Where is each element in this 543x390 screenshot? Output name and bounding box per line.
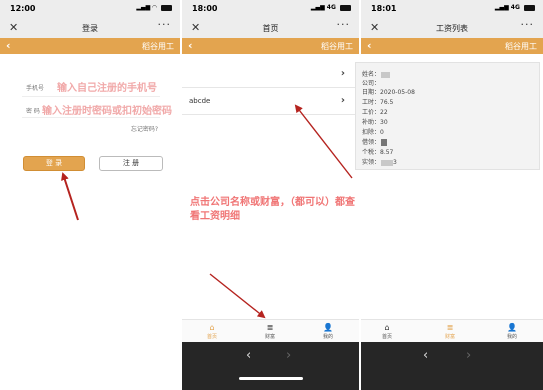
back-icon[interactable]: ‹ bbox=[188, 39, 193, 52]
tab-label: 财富 bbox=[264, 334, 275, 340]
tab-label: 首页 bbox=[381, 334, 392, 340]
home-icon: ⌂ bbox=[384, 323, 390, 332]
password-input[interactable]: 输入注册时密码或扣初始密码 bbox=[42, 102, 172, 117]
signal-battery-icon: ▂▄▆ 4G bbox=[311, 4, 351, 11]
network-label: 4G bbox=[510, 4, 520, 11]
app-header: ‹ 稻谷用工 bbox=[0, 38, 180, 54]
tab-mine[interactable]: 👤 我的 bbox=[308, 323, 348, 340]
forward-arrow-icon[interactable]: › bbox=[286, 348, 291, 363]
user-icon: 👤 bbox=[323, 323, 333, 332]
user-icon: 👤 bbox=[507, 323, 517, 332]
divider bbox=[22, 117, 160, 118]
status-time: 18:01 bbox=[371, 4, 397, 13]
tab-home[interactable]: ⌂ 首页 bbox=[367, 323, 407, 340]
password-label: 密 码 bbox=[26, 108, 40, 115]
register-button[interactable]: 注 册 bbox=[99, 156, 163, 171]
back-icon[interactable]: ‹ bbox=[6, 39, 11, 52]
page-title: 工资列表 bbox=[436, 24, 468, 33]
app-header: ‹ 稻谷用工 bbox=[182, 38, 359, 54]
deduct-row: 扣除：0 bbox=[362, 129, 384, 136]
tab-mine[interactable]: 👤 我的 bbox=[492, 323, 532, 340]
list-icon: ≣ bbox=[446, 323, 454, 332]
borrow-row: 借领： bbox=[362, 137, 388, 146]
wechat-nav-bar: ✕ 工资列表 ··· bbox=[361, 18, 543, 38]
login-button[interactable]: 登 录 bbox=[23, 156, 85, 171]
signal-battery-icon: ▂▄▆ 4G bbox=[495, 4, 535, 11]
list-icon: ≣ bbox=[266, 323, 274, 332]
chevron-right-icon: › bbox=[340, 95, 345, 106]
back-arrow-icon[interactable]: ‹ bbox=[246, 348, 251, 363]
tab-label: 我的 bbox=[322, 334, 333, 340]
redacted-value bbox=[381, 159, 394, 166]
wechat-nav-bar: ✕ 首页 ··· bbox=[182, 18, 359, 38]
app-header: ‹ 稻谷用工 bbox=[361, 38, 543, 54]
tab-label: 首页 bbox=[206, 334, 217, 340]
name-row: 姓名： bbox=[362, 69, 391, 78]
status-time: 18:00 bbox=[192, 4, 218, 13]
tab-wealth[interactable]: ≣ 财富 bbox=[250, 323, 290, 340]
wechat-nav-bar: ✕ 登录 ··· bbox=[0, 18, 180, 38]
app-brand: 稻谷用工 bbox=[142, 42, 174, 51]
salary-list-screen: 18:01 ▂▄▆ 4G ✕ 工资列表 ··· ‹ 稻谷用工 ⌂ 首页 ≣ 财富… bbox=[361, 0, 543, 390]
signal-wifi-battery-icon: ▂▄▆ ◠ bbox=[136, 4, 172, 11]
company-name: abcde bbox=[189, 97, 211, 105]
phone-input[interactable]: 输入自己注册的手机号 bbox=[57, 79, 157, 94]
app-brand: 稻谷用工 bbox=[321, 42, 353, 51]
home-indicator bbox=[361, 374, 543, 390]
tutorial-composite: 12:00 ▂▄▆ ◠ ✕ 登录 ··· ‹ 稻谷用工 手机号 输入自己注册的手… bbox=[0, 0, 543, 390]
page-title: 登录 bbox=[82, 24, 98, 33]
actual-row: 实领： 3 bbox=[362, 159, 397, 166]
company-row: 公司： bbox=[362, 80, 381, 87]
back-arrow-icon[interactable]: ‹ bbox=[423, 348, 428, 363]
phone-label: 手机号 bbox=[26, 85, 45, 92]
bottom-tab-bar: ⌂ 首页 ≣ 财富 👤 我的 bbox=[361, 319, 543, 342]
tab-wealth[interactable]: ≣ 财富 bbox=[430, 323, 470, 340]
app-brand: 稻谷用工 bbox=[505, 42, 537, 51]
company-row[interactable]: abcde › bbox=[182, 88, 359, 115]
tab-label: 我的 bbox=[506, 334, 517, 340]
status-bar: 18:01 ▂▄▆ 4G bbox=[361, 0, 543, 18]
bottom-tab-bar: ⌂ 首页 ≣ 财富 👤 我的 bbox=[182, 319, 359, 342]
redacted-name bbox=[381, 71, 391, 78]
page-title: 首页 bbox=[262, 24, 279, 33]
hours-row: 工时：76.5 bbox=[362, 99, 394, 106]
status-bar: 12:00 ▂▄▆ ◠ bbox=[0, 0, 180, 18]
salary-card[interactable]: 姓名： 公司： 日期：2020-05-08 工时：76.5 工价：22 补助：3… bbox=[355, 62, 540, 170]
home-indicator bbox=[182, 374, 359, 390]
back-icon[interactable]: ‹ bbox=[367, 39, 372, 52]
chevron-right-icon: › bbox=[340, 68, 345, 79]
forgot-password-link[interactable]: 忘记密码? bbox=[131, 124, 158, 133]
redacted-value bbox=[381, 139, 388, 146]
divider bbox=[22, 96, 160, 97]
status-bar: 18:00 ▂▄▆ 4G bbox=[182, 0, 359, 18]
annotation-text: 点击公司名称或财富，（都可以）都查看工资明细 bbox=[190, 197, 355, 222]
browser-toolbar: ‹ › bbox=[182, 342, 359, 374]
browser-toolbar: ‹ › bbox=[361, 342, 543, 374]
forward-arrow-icon[interactable]: › bbox=[466, 348, 471, 363]
more-icon[interactable]: ··· bbox=[337, 18, 351, 31]
home-screen: 18:00 ▂▄▆ 4G ✕ 首页 ··· ‹ 稻谷用工 › abcde › 点… bbox=[182, 0, 359, 390]
more-icon[interactable]: ··· bbox=[158, 18, 172, 31]
login-screen: 12:00 ▂▄▆ ◠ ✕ 登录 ··· ‹ 稻谷用工 手机号 输入自己注册的手… bbox=[0, 0, 180, 390]
home-icon: ⌂ bbox=[209, 323, 215, 332]
date-row: 日期：2020-05-08 bbox=[362, 89, 415, 96]
tax-row: 个税：8.57 bbox=[362, 149, 394, 156]
tab-label: 财富 bbox=[444, 334, 455, 340]
status-time: 12:00 bbox=[10, 4, 36, 13]
wage-row: 工价：22 bbox=[362, 109, 388, 116]
tab-home[interactable]: ⌂ 首页 bbox=[192, 323, 232, 340]
network-label: 4G bbox=[326, 4, 336, 11]
more-icon[interactable]: ··· bbox=[521, 18, 535, 31]
subsidy-row: 补助：30 bbox=[362, 119, 388, 126]
company-row[interactable]: › bbox=[182, 61, 359, 88]
